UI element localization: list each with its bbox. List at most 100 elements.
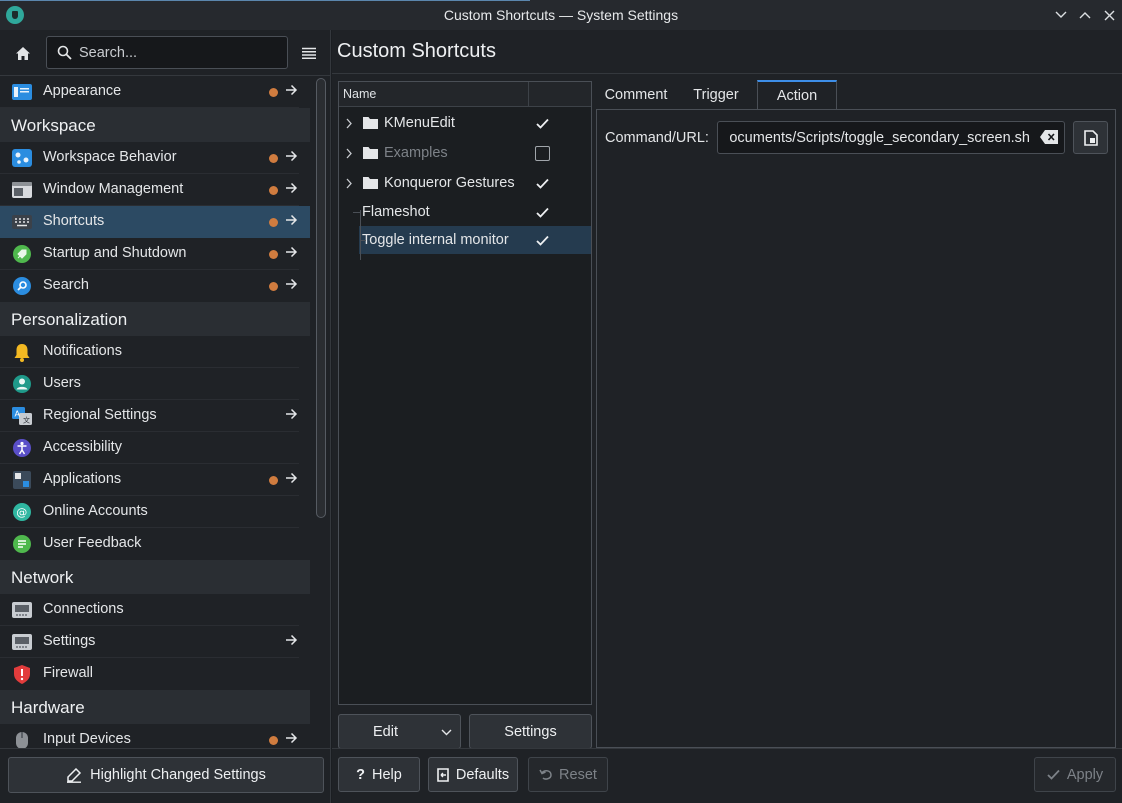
sidebar-item-connections[interactable]: Connections xyxy=(0,594,310,626)
search-input[interactable] xyxy=(79,43,279,63)
window-title: Custom Shortcuts — System Settings xyxy=(443,7,679,23)
sidebar-search-field[interactable] xyxy=(46,36,288,69)
category-label: Personalization xyxy=(11,310,128,329)
sidebar-item-notifications[interactable]: Notifications xyxy=(0,336,310,368)
enabled-checkbox[interactable] xyxy=(534,175,550,191)
hamburger-menu-button[interactable] xyxy=(296,40,322,66)
apply-button[interactable]: Apply xyxy=(1034,757,1116,792)
sidebar-item-startup-and-shutdown[interactable]: Startup and Shutdown xyxy=(0,238,310,270)
sidebar-item-accessibility[interactable]: Accessibility xyxy=(0,432,310,464)
tab-label: Trigger xyxy=(693,87,739,103)
tab-trigger[interactable]: Trigger xyxy=(678,80,754,110)
bell-icon xyxy=(12,343,32,362)
column-header-name[interactable]: Name xyxy=(343,87,376,101)
changed-indicator-dot xyxy=(269,736,278,745)
sidebar-item-label: Shortcuts xyxy=(43,213,105,229)
chevron-down-icon xyxy=(1055,11,1067,18)
user-icon xyxy=(12,375,32,393)
title-bar: Custom Shortcuts — System Settings xyxy=(0,0,1122,30)
sidebar-item-search[interactable]: Search xyxy=(0,270,310,302)
tree-row-label: Flameshot xyxy=(362,204,430,220)
arrow-right-icon xyxy=(285,214,298,230)
tree-row-toggle-internal-monitor[interactable]: Toggle internal monitor xyxy=(359,226,591,254)
tree-branch-line xyxy=(353,212,361,213)
chevron-right-icon[interactable] xyxy=(346,147,352,163)
svg-text:@: @ xyxy=(16,506,27,519)
sidebar-item-window-management[interactable]: Window Management xyxy=(0,174,310,206)
enabled-checkbox[interactable] xyxy=(534,204,550,220)
sidebar-item-input-devices[interactable]: Input Devices xyxy=(0,724,310,748)
arrow-right-icon xyxy=(285,408,298,424)
chevron-right-icon[interactable] xyxy=(346,177,352,193)
command-url-label: Command/URL: xyxy=(605,130,709,146)
sidebar-scrollbar[interactable] xyxy=(316,78,326,518)
changed-indicator-dot xyxy=(269,186,278,195)
column-separator xyxy=(528,82,529,107)
folder-icon xyxy=(363,116,378,133)
sidebar-item-appearance[interactable]: Appearance xyxy=(0,76,310,108)
category-header-workspace: Workspace xyxy=(0,108,310,142)
sidebar-item-label: Input Devices xyxy=(43,731,131,747)
highlight-changed-settings-button[interactable]: Highlight Changed Settings xyxy=(8,757,324,793)
tree-row-kmenuedit[interactable]: KMenuEdit xyxy=(339,109,591,137)
sidebar-item-firewall[interactable]: Firewall xyxy=(0,658,310,690)
checkmark-icon xyxy=(535,118,549,129)
sidebar-item-label: Search xyxy=(43,277,89,293)
tree-row-konqueror-gestures[interactable]: Konqueror Gestures xyxy=(339,169,591,197)
sidebar-item-label: Users xyxy=(43,375,81,391)
tab-comment[interactable]: Comment xyxy=(596,80,676,110)
reset-button[interactable]: Reset xyxy=(528,757,608,792)
apply-button-label: Apply xyxy=(1066,766,1104,783)
defaults-button-label: Defaults xyxy=(455,766,510,783)
category-label: Workspace xyxy=(11,116,96,135)
enabled-checkbox[interactable] xyxy=(534,145,550,161)
tab-action[interactable]: Action xyxy=(757,80,837,110)
changed-indicator-dot xyxy=(269,88,278,97)
hamburger-menu-icon xyxy=(302,47,316,59)
category-header-hardware: Hardware xyxy=(0,690,310,724)
home-button[interactable] xyxy=(8,38,38,68)
help-button[interactable]: ? Help xyxy=(338,757,420,792)
category-label: Hardware xyxy=(11,698,85,717)
tree-row-label: KMenuEdit xyxy=(384,115,455,131)
sidebar-item-workspace-behavior[interactable]: Workspace Behavior xyxy=(0,142,310,174)
chevron-right-icon[interactable] xyxy=(346,117,352,133)
category-header-personalization: Personalization xyxy=(0,302,310,336)
tab-bar: Comment Trigger Action xyxy=(596,80,1118,110)
defaults-button[interactable]: Defaults xyxy=(428,757,518,792)
clear-text-button[interactable] xyxy=(1040,130,1058,148)
folder-icon xyxy=(363,146,378,163)
command-url-field[interactable]: ocuments/Scripts/toggle_secondary_screen… xyxy=(717,121,1065,154)
sidebar-item-applications[interactable]: Applications xyxy=(0,464,310,496)
help-button-label: Help xyxy=(372,766,402,783)
open-file-icon xyxy=(1083,129,1098,146)
svg-text:文: 文 xyxy=(23,416,30,425)
arrow-right-icon xyxy=(285,182,298,198)
question-mark-icon: ? xyxy=(356,766,366,783)
enabled-checkbox[interactable] xyxy=(534,115,550,131)
reset-button-label: Reset xyxy=(559,766,597,783)
applications-icon xyxy=(12,471,32,489)
tree-row-flameshot[interactable]: Flameshot xyxy=(339,198,591,226)
tree-row-examples[interactable]: Examples xyxy=(339,139,591,167)
sidebar-item-online-accounts[interactable]: @ Online Accounts xyxy=(0,496,310,528)
sidebar-item-label: User Feedback xyxy=(43,535,142,551)
svg-text:A: A xyxy=(15,410,21,419)
sidebar-item-shortcuts[interactable]: Shortcuts xyxy=(0,206,310,238)
edit-dropdown-button[interactable]: Edit xyxy=(338,714,461,749)
sidebar-item-users[interactable]: Users xyxy=(0,368,310,400)
browse-file-button[interactable] xyxy=(1073,121,1108,154)
sidebar-item-user-feedback[interactable]: User Feedback xyxy=(0,528,310,560)
settings-button-label: Settings xyxy=(504,723,557,740)
sidebar-item-network-settings[interactable]: Settings xyxy=(0,626,310,658)
enabled-checkbox[interactable] xyxy=(534,232,550,248)
sidebar-item-label: Online Accounts xyxy=(43,503,148,519)
minimize-button[interactable] xyxy=(1050,4,1072,26)
close-button[interactable] xyxy=(1098,4,1120,26)
sidebar-item-label: Startup and Shutdown xyxy=(43,245,187,261)
sidebar-item-regional-settings[interactable]: A文 Regional Settings xyxy=(0,400,310,432)
settings-button[interactable]: Settings xyxy=(469,714,592,749)
window-management-icon xyxy=(12,181,32,199)
maximize-button[interactable] xyxy=(1074,4,1096,26)
arrow-right-icon xyxy=(285,246,298,262)
